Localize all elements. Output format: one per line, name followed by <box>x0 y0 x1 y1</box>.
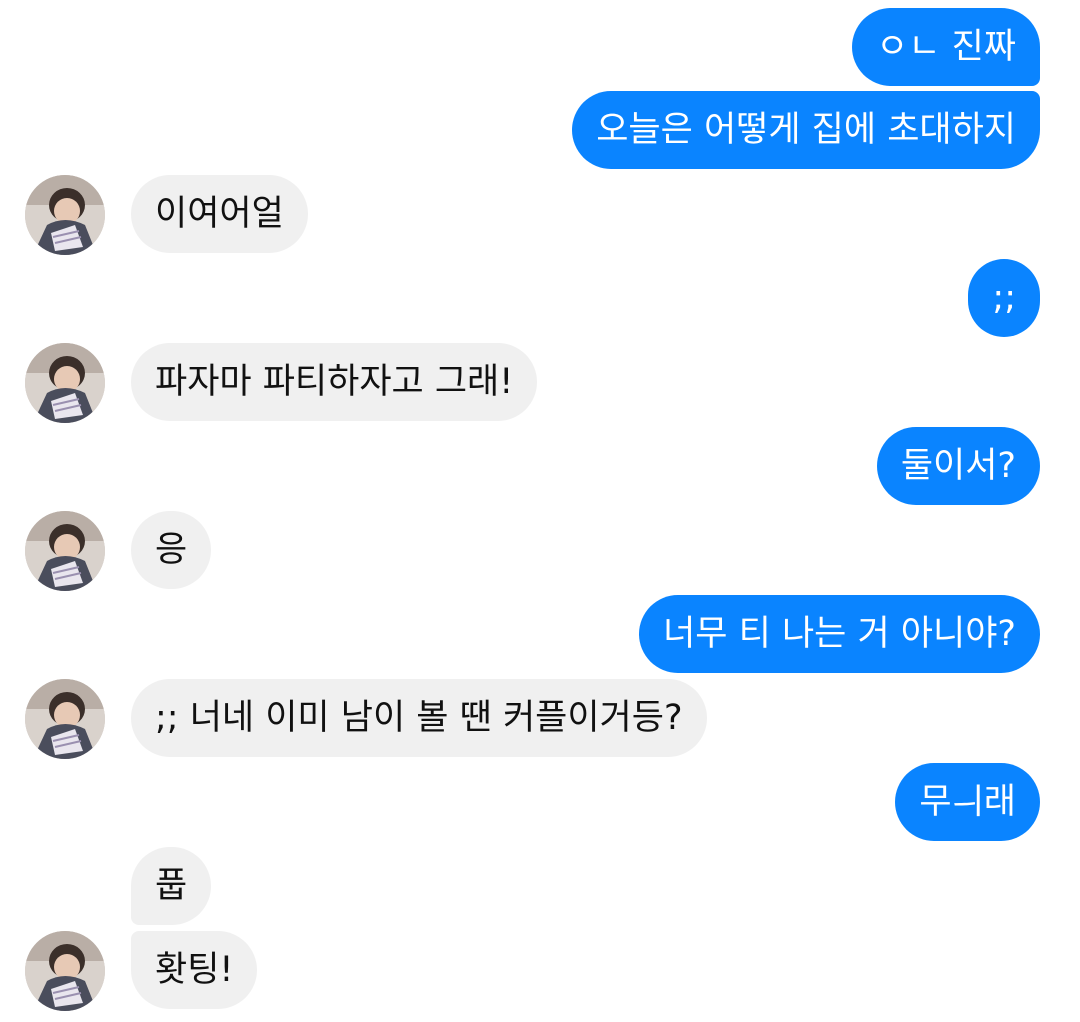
received-message-bubble[interactable]: 응 <box>131 511 212 589</box>
received-message-bubble[interactable]: 파자마 파티하자고 그래! <box>131 343 538 421</box>
sent-message-bubble[interactable]: 오늘은 어떻게 집에 초대하지 <box>572 91 1040 169</box>
person-avatar-icon <box>25 343 105 423</box>
received-message-bubble[interactable]: 이여어얼 <box>131 175 308 253</box>
sent-message-bubble[interactable]: 둘이서? <box>876 427 1040 505</box>
sent-message-bubble[interactable]: ㅇㄴ 진짜 <box>852 8 1040 86</box>
received-message-bubble[interactable]: 홧팅! <box>131 931 258 1009</box>
person-avatar-icon <box>25 679 105 759</box>
contact-avatar[interactable] <box>25 679 105 759</box>
contact-avatar[interactable] <box>25 931 105 1011</box>
received-message-bubble[interactable]: ;; 너네 이미 남이 볼 땐 커플이거등? <box>131 679 707 757</box>
sent-message-bubble[interactable]: ;; <box>968 259 1040 337</box>
person-avatar-icon <box>25 511 105 591</box>
received-message-bubble[interactable]: 풉 <box>131 847 212 925</box>
sent-message-bubble[interactable]: 무ㅢ래 <box>895 763 1040 841</box>
contact-avatar[interactable] <box>25 511 105 591</box>
person-avatar-icon <box>25 175 105 255</box>
contact-avatar[interactable] <box>25 175 105 255</box>
person-avatar-icon <box>25 931 105 1011</box>
contact-avatar[interactable] <box>25 343 105 423</box>
sent-message-bubble[interactable]: 너무 티 나는 거 아니야? <box>639 595 1040 673</box>
